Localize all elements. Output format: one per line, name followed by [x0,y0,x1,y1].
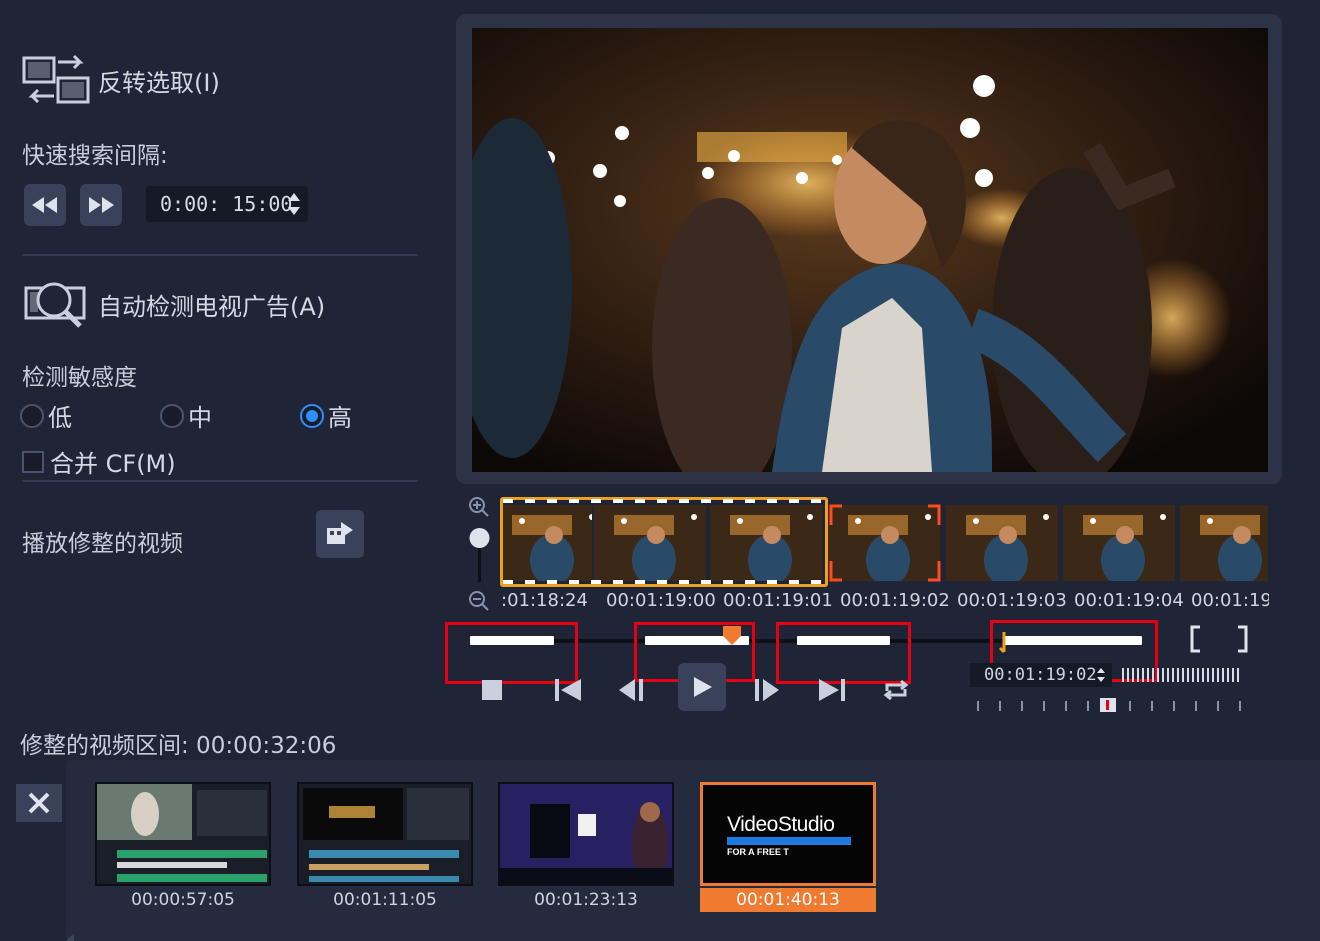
mark-out-button[interactable] [1234,624,1250,654]
repeat-icon [883,679,909,701]
play-trimmed-video-button[interactable] [316,510,364,558]
editor-screenshot-thumbnail [299,784,471,884]
sensitivity-medium-radio[interactable]: 中 [160,398,212,433]
fast-forward-icon [89,197,114,213]
clip-duration: 00:01:11:05 [333,890,437,910]
preview-video [472,28,1268,472]
frame-timecode: 00:01:19:( [1191,590,1269,611]
selection-sprocket-bottom [503,580,825,584]
logo-subtitle: FOR A FREE T [727,847,789,857]
playhead-marker[interactable] [721,624,743,646]
interval-time-input[interactable]: 0:00: 15:00 [146,186,308,222]
radio-label: 中 [188,404,212,432]
current-timecode: 00:01:19:02 [984,665,1097,685]
stop-button[interactable] [470,668,514,712]
detect-ads-icon [24,282,86,328]
frame-timecode: 00:01:19:02 [840,590,950,611]
radio-dot [160,403,184,428]
zoom-in-icon[interactable] [469,497,489,517]
frame-ruler [1122,668,1242,682]
auto-detect-ads-button[interactable]: 自动检测电视广告(A) [22,276,325,332]
rewind-icon [32,197,57,213]
clip-duration: 00:01:23:13 [534,890,638,910]
clip-duration-selected: 00:01:40:13 [700,888,876,912]
go-to-start-button[interactable] [546,668,590,712]
clip-thumbnail[interactable] [297,782,473,886]
frame-timecode: 00:01:19:04 [1074,590,1184,611]
invert-selection-icon [22,54,90,104]
skip-to-end-icon [819,679,845,701]
mark-in-button[interactable] [1188,624,1204,654]
mark-out-icon [1238,625,1248,653]
frame-timecode: 00:01:19:00 [606,590,716,611]
timecode-spinner-icon[interactable] [1096,667,1106,683]
frame-timecode: :01:18:24 [501,590,588,611]
merge-cf-label: 合并 CF(M) [50,450,176,478]
dancing-crowd-image [472,28,1268,472]
sensitivity-low-radio[interactable]: 低 [20,398,72,433]
clip-thumbnail[interactable] [498,782,674,886]
divider [22,254,418,256]
jog-slider[interactable] [974,698,1244,712]
editor-screenshot-thumbnail [97,784,269,884]
frame-thumbnail[interactable] [1063,505,1175,581]
sensitivity-high-radio[interactable]: 高 [300,398,352,433]
frame-timecode: 00:01:19:03 [957,590,1067,611]
trimmed-duration-label: 修整的视频区间: 00:00:32:06 [20,733,337,759]
next-frame-icon [755,679,779,701]
clip-duration: 00:00:57:05 [131,890,235,910]
play-trimmed-video-label: 播放修整的视频 [22,531,183,557]
checkbox-box [22,450,44,473]
radio-dot [20,403,44,428]
next-frame-button[interactable] [744,668,788,712]
invert-selection-button[interactable]: 反转选取(I) [22,52,220,108]
clip-thumbnail-selected[interactable]: VideoStudio FOR A FREE T [700,782,876,886]
invert-selection-label: 反转选取(I) [98,68,220,97]
skip-to-start-icon [555,679,581,701]
segment-marker-icon [998,632,1006,654]
quick-search-interval-label: 快速搜索间隔: [22,143,168,169]
frame-thumbnail[interactable] [1180,505,1268,581]
frame-thumbnail[interactable] [946,505,1058,581]
radio-label: 低 [48,404,72,432]
selection-sprocket-top [503,499,825,503]
clip-thumbnail[interactable] [95,782,271,886]
gamer-room-thumbnail [500,784,672,884]
auto-detect-ads-label: 自动检测电视广告(A) [98,292,326,321]
repeat-button[interactable] [874,668,918,712]
trim-options-panel: 反转选取(I) 快速搜索间隔: 0:00: 15:00 自动检测电视广告(A) … [0,0,440,760]
rewind-interval-button[interactable] [24,184,66,226]
delete-clip-button[interactable] [16,784,62,822]
stop-icon [482,680,502,700]
zoom-control [466,496,492,616]
mark-in-icon [1190,625,1200,653]
go-to-end-button[interactable] [810,668,854,712]
forward-interval-button[interactable] [80,184,122,226]
close-icon [28,792,50,814]
play-button[interactable] [678,663,726,711]
current-frame-bracket [829,504,941,582]
logo-underline [727,837,851,845]
videostudio-logo-text: VideoStudio [727,813,835,836]
play-icon [694,677,712,697]
time-spinner-icon[interactable] [286,190,302,218]
frame-timecode: 00:01:19:01 [723,590,833,611]
interval-time-value: 0:00: 15:00 [160,192,293,216]
zoom-slider-thumb[interactable] [469,528,490,548]
resize-corner-icon [66,933,74,941]
zoom-out-icon[interactable] [469,591,489,611]
divider [22,480,418,482]
merge-cf-checkbox[interactable]: 合并 CF(M) [22,444,176,479]
previous-frame-icon [619,679,643,701]
radio-label: 高 [328,404,352,432]
selected-range-box [500,497,828,587]
sensitivity-label: 检测敏感度 [22,365,137,391]
radio-dot-selected [300,403,324,428]
play-clip-icon [327,522,353,544]
previous-frame-button[interactable] [610,668,654,712]
current-timecode-field[interactable]: 00:01:19:02 [970,663,1112,687]
